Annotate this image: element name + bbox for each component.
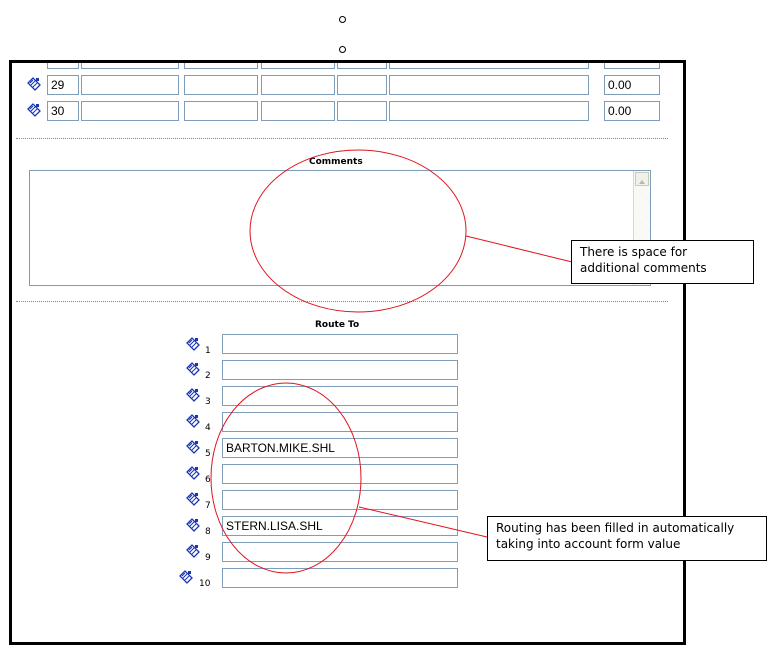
picker-icon[interactable] [186, 466, 200, 480]
route-to-field[interactable] [222, 542, 458, 562]
cut-off-field [184, 63, 258, 69]
picker-icon[interactable] [179, 570, 193, 584]
comments-callout: There is space for additional comments [571, 240, 754, 284]
picker-icon[interactable] [186, 544, 200, 558]
route-to-field[interactable] [222, 386, 458, 406]
amount-field[interactable]: 0.00 [604, 101, 660, 121]
description-field[interactable] [389, 101, 589, 121]
row-number-field[interactable]: 29 [47, 75, 79, 95]
route-number: 5 [205, 449, 211, 459]
cut-off-field [604, 63, 660, 69]
routing-callout: Routing has been filled in automatically… [487, 516, 767, 561]
route-to-field[interactable] [222, 360, 458, 380]
route-to-field[interactable]: BARTON.MIKE.SHL [222, 438, 458, 458]
description-field[interactable] [389, 75, 589, 95]
route-number: 2 [205, 371, 211, 381]
table-cell-field[interactable] [81, 101, 179, 121]
route-to-field[interactable] [222, 412, 458, 432]
picker-icon[interactable] [186, 414, 200, 428]
route-to-label: Route To [315, 320, 360, 330]
cut-off-field [389, 63, 589, 69]
route-to-field[interactable] [222, 464, 458, 484]
table-cell-field[interactable] [337, 75, 387, 95]
table-cell-field[interactable] [184, 75, 258, 95]
section-divider [16, 301, 668, 302]
route-number: 1 [205, 346, 211, 356]
table-cell-field[interactable] [261, 101, 335, 121]
route-number: 4 [205, 423, 211, 433]
callout-text-line: Routing has been filled in automatically [496, 521, 735, 535]
list-bullet [339, 16, 346, 23]
table-cell-field[interactable] [81, 75, 179, 95]
route-number: 7 [205, 501, 211, 511]
route-number: 10 [199, 579, 211, 589]
picker-icon[interactable] [186, 388, 200, 402]
callout-text-line: additional comments [580, 261, 707, 275]
route-number: 9 [205, 553, 211, 563]
picker-icon[interactable] [186, 518, 200, 532]
cut-off-field [337, 63, 387, 69]
table-cell-field[interactable] [184, 101, 258, 121]
route-number: 8 [205, 527, 211, 537]
route-number: 6 [205, 475, 211, 485]
list-bullet [339, 46, 346, 53]
amount-field[interactable]: 0.00 [604, 75, 660, 95]
cut-off-field [47, 63, 79, 69]
picker-icon[interactable] [186, 440, 200, 454]
cut-off-field [81, 63, 179, 69]
section-divider [16, 138, 668, 139]
picker-icon[interactable] [186, 337, 200, 351]
picker-icon[interactable] [27, 103, 41, 117]
comments-textarea[interactable] [29, 170, 651, 286]
row-number-field[interactable]: 30 [47, 101, 79, 121]
table-cell-field[interactable] [337, 101, 387, 121]
route-to-field[interactable]: STERN.LISA.SHL [222, 516, 458, 536]
triangle-up-icon [639, 180, 645, 184]
callout-text-line: taking into account form value [496, 537, 681, 551]
picker-icon[interactable] [27, 77, 41, 91]
route-to-field[interactable] [222, 568, 458, 588]
route-to-field[interactable] [222, 334, 458, 354]
scroll-up-arrow[interactable] [635, 172, 649, 186]
cut-off-field [261, 63, 335, 69]
route-number: 3 [205, 397, 211, 407]
picker-icon[interactable] [186, 492, 200, 506]
comments-label: Comments [309, 157, 363, 167]
route-to-field[interactable] [222, 490, 458, 510]
callout-text-line: There is space for [580, 245, 688, 259]
picker-icon[interactable] [186, 362, 200, 376]
table-cell-field[interactable] [261, 75, 335, 95]
